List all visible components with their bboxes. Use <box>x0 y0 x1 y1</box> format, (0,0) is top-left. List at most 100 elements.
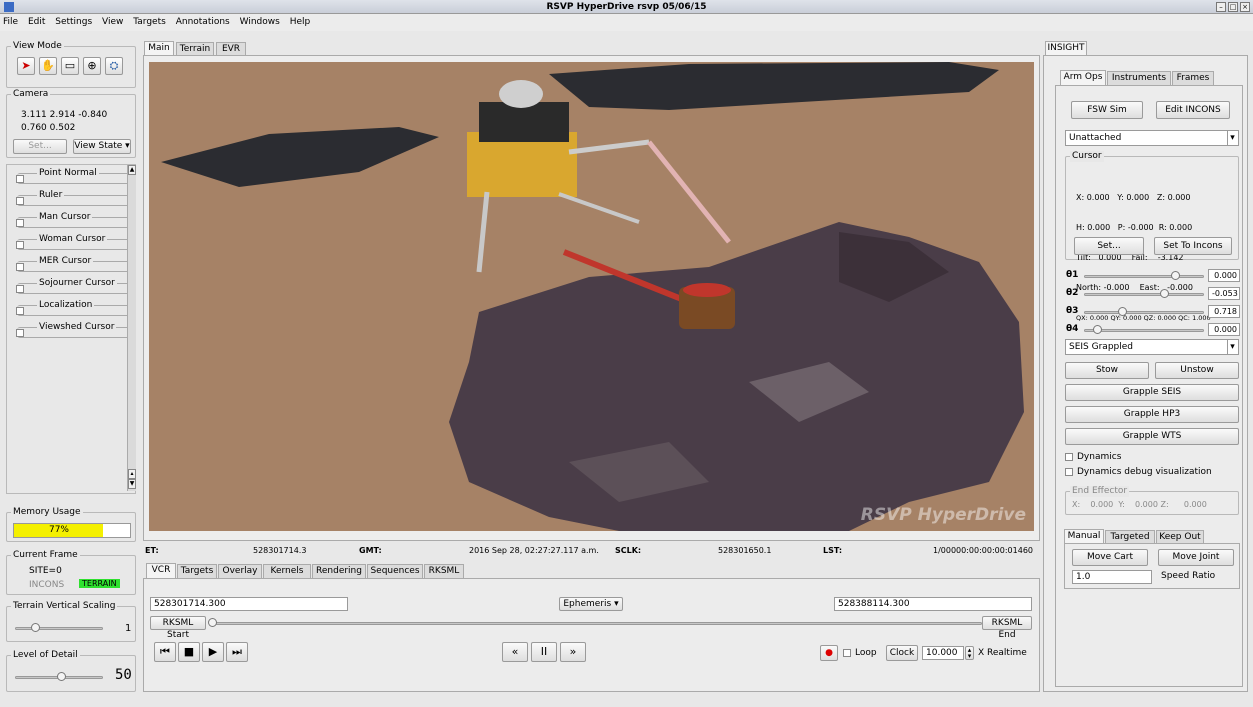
camera-set-button[interactable]: Set... <box>13 139 67 154</box>
cursor-localization[interactable]: Localization <box>16 300 130 316</box>
end-time-field[interactable]: 528388114.300 <box>834 597 1032 611</box>
checkbox[interactable] <box>16 219 24 227</box>
menu-settings[interactable]: Settings <box>55 17 92 27</box>
tab-terrain[interactable]: Terrain <box>176 42 214 56</box>
joint-value[interactable]: -0.053 <box>1208 287 1240 300</box>
menu-edit[interactable]: Edit <box>28 17 45 27</box>
grapple-wts-button[interactable]: Grapple WTS <box>1065 428 1239 445</box>
speed-ratio-field[interactable]: 1.0 <box>1072 570 1152 584</box>
tab-vcr[interactable]: VCR <box>146 563 176 578</box>
joint-knob[interactable] <box>1160 289 1170 298</box>
joint-slider[interactable] <box>1084 275 1204 278</box>
cursor-ruler[interactable]: Ruler <box>16 190 130 206</box>
skip-end-icon[interactable]: ⏭ <box>226 642 248 662</box>
joint-value[interactable]: 0.718 <box>1208 305 1240 318</box>
close-icon[interactable]: × <box>1240 2 1250 12</box>
hand-pan-icon[interactable]: ✋ <box>39 57 57 75</box>
tab-main[interactable]: Main <box>144 41 174 56</box>
tab-targeted[interactable]: Targeted <box>1105 530 1155 544</box>
clock-button[interactable]: Clock <box>886 645 918 661</box>
joint-slider[interactable] <box>1084 329 1204 332</box>
tab-arm-ops[interactable]: Arm Ops <box>1060 70 1106 85</box>
grapple-select[interactable]: SEIS Grappled ▾ <box>1065 339 1239 355</box>
grapple-seis-button[interactable]: Grapple SEIS <box>1065 384 1239 401</box>
cursor-set-button[interactable]: Set... <box>1074 237 1144 255</box>
rksml-start-button[interactable]: RKSML Start <box>150 616 206 640</box>
checkbox[interactable] <box>16 197 24 205</box>
joint-knob[interactable] <box>1117 307 1127 316</box>
maximize-icon[interactable]: □ <box>1228 2 1238 12</box>
cursor-woman[interactable]: Woman Cursor <box>16 234 130 250</box>
timeline-knob[interactable] <box>208 618 217 627</box>
set-to-incons-button[interactable]: Set To Incons <box>1154 237 1232 255</box>
tab-rendering[interactable]: Rendering <box>312 564 366 578</box>
dynamics-debug-checkbox[interactable] <box>1065 468 1073 476</box>
start-time-field[interactable]: 528301714.300 <box>150 597 348 611</box>
joint-value[interactable]: 0.000 <box>1208 269 1240 282</box>
stow-button[interactable]: Stow <box>1065 362 1149 379</box>
rksml-end-button[interactable]: RKSML End <box>982 616 1032 640</box>
tab-rksml[interactable]: RKSML <box>424 564 464 578</box>
rate-spinner-icon[interactable]: ▴ ▾ <box>965 646 974 660</box>
fsw-sim-button[interactable]: FSW Sim <box>1071 101 1143 119</box>
checkbox[interactable] <box>16 263 24 271</box>
joint-slider[interactable] <box>1084 293 1204 296</box>
menu-file[interactable]: File <box>3 17 18 27</box>
camera-icon[interactable]: ▭ <box>61 57 79 75</box>
edit-incons-button[interactable]: Edit INCONS <box>1156 101 1230 119</box>
grapple-hp3-button[interactable]: Grapple HP3 <box>1065 406 1239 423</box>
tab-instruments[interactable]: Instruments <box>1107 71 1171 85</box>
tab-evr[interactable]: EVR <box>216 42 246 56</box>
checkbox[interactable] <box>16 307 24 315</box>
cursor-viewshed[interactable]: Viewshed Cursor <box>16 322 130 338</box>
joint-slider[interactable] <box>1084 311 1204 314</box>
move-joint-button[interactable]: Move Joint <box>1158 549 1234 566</box>
stop-icon[interactable]: ■ <box>178 642 200 662</box>
terrain-scaling-slider[interactable] <box>15 627 103 630</box>
play-icon[interactable]: ▶ <box>202 642 224 662</box>
rewind-icon[interactable]: « <box>502 642 528 662</box>
fast-forward-icon[interactable]: » <box>560 642 586 662</box>
unstow-button[interactable]: Unstow <box>1155 362 1239 379</box>
menu-view[interactable]: View <box>102 17 123 27</box>
cursor-man[interactable]: Man Cursor <box>16 212 130 228</box>
timeline-slider[interactable] <box>212 622 982 625</box>
record-icon[interactable]: ● <box>820 645 838 661</box>
cursor-point-normal[interactable]: Point Normal <box>16 168 130 184</box>
tab-manual[interactable]: Manual <box>1064 529 1104 544</box>
attach-select[interactable]: Unattached ▾ <box>1065 130 1239 146</box>
target-fly-icon[interactable]: ⊕ <box>83 57 101 75</box>
rate-field[interactable]: 10.000 <box>922 646 964 660</box>
menu-help[interactable]: Help <box>290 17 311 27</box>
cursor-sojourner[interactable]: Sojourner Cursor <box>16 278 130 294</box>
tab-frames[interactable]: Frames <box>1172 71 1214 85</box>
menu-windows[interactable]: Windows <box>240 17 280 27</box>
dynamics-checkbox[interactable] <box>1065 453 1073 461</box>
tab-kernels[interactable]: Kernels <box>263 564 311 578</box>
tab-insight[interactable]: INSIGHT <box>1045 41 1087 56</box>
checkbox[interactable] <box>16 329 24 337</box>
terrain-scaling-knob[interactable] <box>31 623 40 632</box>
move-cart-button[interactable]: Move Cart <box>1072 549 1148 566</box>
skip-start-icon[interactable]: ⏮ <box>154 642 176 662</box>
cursor-mer[interactable]: MER Cursor <box>16 256 130 272</box>
minimize-icon[interactable]: – <box>1216 2 1226 12</box>
ephemeris-select[interactable]: Ephemeris ▾ <box>559 597 623 611</box>
menu-targets[interactable]: Targets <box>133 17 166 27</box>
tab-overlay[interactable]: Overlay <box>218 564 262 578</box>
cursor-list-scrollbar[interactable]: ▲ ▴ ▼ <box>127 165 136 491</box>
checkbox[interactable] <box>16 285 24 293</box>
select-arrow-icon[interactable]: ➤ <box>17 57 35 75</box>
scroll-up-icon[interactable]: ▲ <box>128 165 136 175</box>
pause-icon[interactable]: II <box>531 642 557 662</box>
joint-value[interactable]: 0.000 <box>1208 323 1240 336</box>
tab-keep-out[interactable]: Keep Out <box>1156 530 1204 544</box>
tab-targets[interactable]: Targets <box>177 564 217 578</box>
view-state-button[interactable]: View State ▾ <box>73 139 131 154</box>
3d-viewport[interactable]: RSVP HyperDrive <box>149 62 1034 531</box>
lod-knob[interactable] <box>57 672 66 681</box>
joint-knob[interactable] <box>1092 325 1102 334</box>
joint-knob[interactable] <box>1171 271 1181 280</box>
scroll-down-icon[interactable]: ▼ <box>128 479 136 489</box>
rover-icon[interactable]: ⛭ <box>105 57 123 75</box>
